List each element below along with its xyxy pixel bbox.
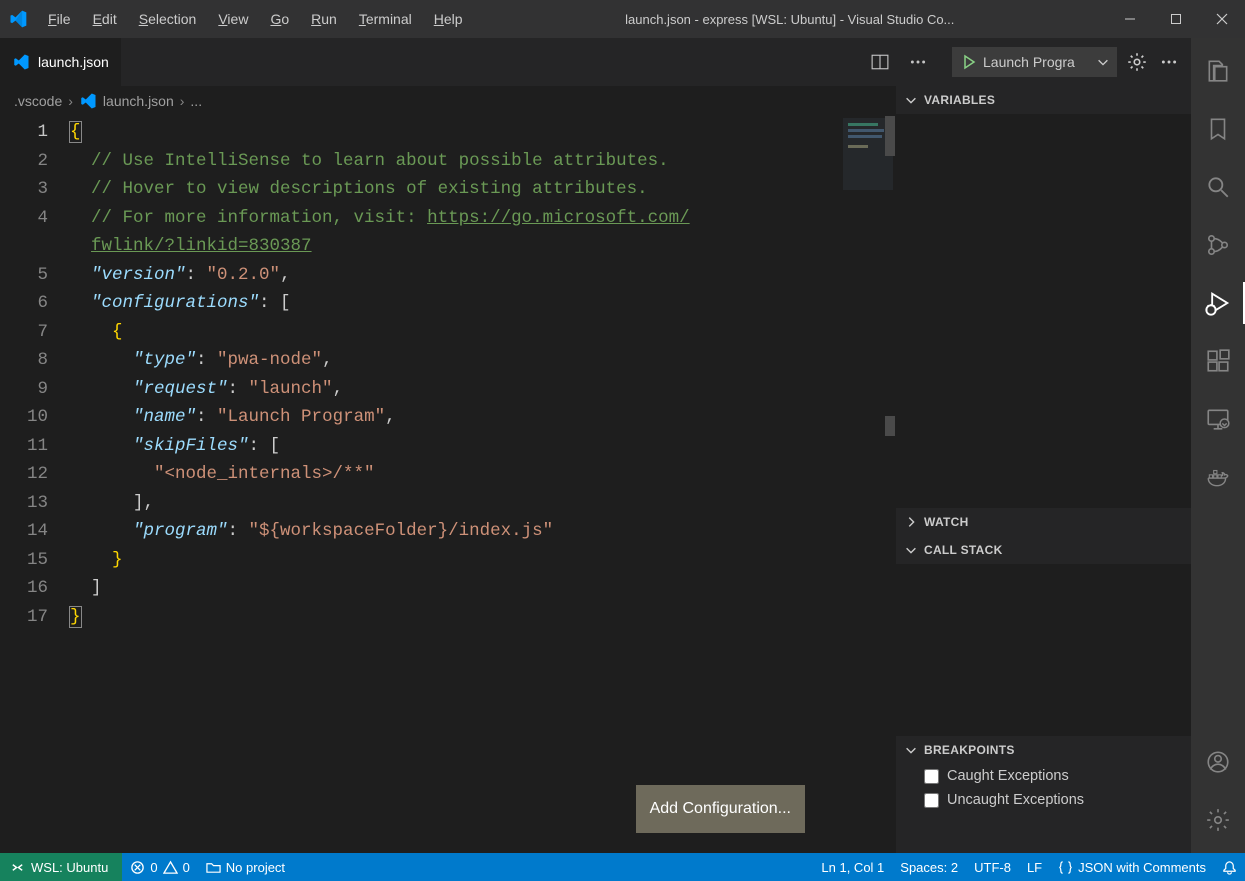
indentation-status[interactable]: Spaces: 2 bbox=[892, 853, 966, 881]
json-icon bbox=[1058, 860, 1073, 875]
remote-indicator[interactable]: WSL: Ubuntu bbox=[0, 853, 122, 881]
start-debug-icon[interactable] bbox=[961, 54, 977, 70]
tab-launch-json[interactable]: launch.json bbox=[0, 38, 122, 86]
run-debug-icon[interactable] bbox=[1191, 276, 1245, 330]
close-button[interactable] bbox=[1199, 0, 1245, 38]
chevron-right-icon: › bbox=[180, 93, 185, 109]
remote-explorer-icon[interactable] bbox=[1191, 392, 1245, 446]
callstack-body[interactable] bbox=[896, 564, 1191, 736]
caught-exceptions-label: Caught Exceptions bbox=[947, 768, 1069, 784]
debug-more-icon[interactable] bbox=[1157, 50, 1181, 74]
bookmark-icon[interactable] bbox=[1191, 102, 1245, 156]
folder-icon bbox=[206, 860, 221, 875]
caught-exceptions-checkbox[interactable] bbox=[924, 769, 939, 784]
breadcrumb[interactable]: .vscode › launch.json › ... bbox=[0, 86, 895, 116]
settings-gear-icon[interactable] bbox=[1191, 793, 1245, 847]
language-mode[interactable]: JSON with Comments bbox=[1050, 853, 1214, 881]
menu-edit[interactable]: EditEdit bbox=[83, 5, 127, 33]
uncaught-exceptions-label: Uncaught Exceptions bbox=[947, 792, 1084, 808]
variables-section-header[interactable]: VARIABLES bbox=[896, 86, 1191, 114]
eol-status[interactable]: LF bbox=[1019, 853, 1050, 881]
code-content[interactable]: { // Use IntelliSense to learn about pos… bbox=[70, 116, 895, 853]
window-title: launch.json - express [WSL: Ubuntu] - Vi… bbox=[473, 12, 1107, 27]
breakpoint-uncaught-row[interactable]: Uncaught Exceptions bbox=[896, 788, 1191, 812]
debug-sidebar: VARIABLES WATCH CALL STACK BREAKPOINTS bbox=[895, 86, 1191, 853]
gear-icon[interactable] bbox=[1125, 50, 1149, 74]
problems-indicator[interactable]: 0 0 bbox=[122, 853, 197, 881]
cursor-position[interactable]: Ln 1, Col 1 bbox=[813, 853, 892, 881]
breakpoints-section-header[interactable]: BREAKPOINTS bbox=[896, 736, 1191, 764]
maximize-button[interactable] bbox=[1153, 0, 1199, 38]
menu-run[interactable]: RunRun bbox=[301, 5, 347, 33]
notifications-icon[interactable] bbox=[1214, 853, 1245, 881]
uncaught-exceptions-checkbox[interactable] bbox=[924, 793, 939, 808]
remote-icon bbox=[10, 860, 25, 875]
breakpoints-body: Caught Exceptions Uncaught Exceptions bbox=[896, 764, 1191, 812]
activity-bar bbox=[1191, 38, 1245, 853]
explorer-icon[interactable] bbox=[1191, 44, 1245, 98]
more-actions-icon[interactable] bbox=[906, 50, 930, 74]
variables-label: VARIABLES bbox=[924, 93, 995, 107]
menu-file[interactable]: FFileile bbox=[38, 5, 81, 33]
encoding-status[interactable]: UTF-8 bbox=[966, 853, 1019, 881]
tab-label: launch.json bbox=[38, 54, 109, 70]
vscode-file-icon bbox=[79, 92, 97, 110]
callstack-label: CALL STACK bbox=[924, 543, 1003, 557]
menu-go[interactable]: GoGo bbox=[260, 5, 299, 33]
source-control-icon[interactable] bbox=[1191, 218, 1245, 272]
window-controls bbox=[1107, 0, 1245, 38]
breakpoints-label: BREAKPOINTS bbox=[924, 743, 1015, 757]
breadcrumb-trail[interactable]: ... bbox=[190, 93, 202, 109]
project-indicator[interactable]: No project bbox=[198, 853, 293, 881]
docker-icon[interactable] bbox=[1191, 450, 1245, 504]
debug-config-selector[interactable]: Launch Progra bbox=[952, 47, 1117, 77]
split-editor-icon[interactable] bbox=[868, 50, 892, 74]
breadcrumb-folder[interactable]: .vscode bbox=[14, 93, 62, 109]
minimap[interactable] bbox=[831, 116, 895, 853]
debug-toolbar: Launch Progra bbox=[942, 38, 1191, 86]
title-bar: FFileile EditEdit SelectionSelection Vie… bbox=[0, 0, 1245, 38]
editor-group: launch.json Launch Progra bbox=[0, 38, 1191, 853]
chevron-right-icon bbox=[904, 515, 918, 529]
callstack-section-header[interactable]: CALL STACK bbox=[896, 536, 1191, 564]
add-configuration-button[interactable]: Add Configuration... bbox=[636, 785, 805, 834]
debug-config-name: Launch Progra bbox=[983, 54, 1090, 70]
chevron-down-icon[interactable] bbox=[1096, 55, 1110, 69]
menu-help[interactable]: HelpHelp bbox=[424, 5, 473, 33]
watch-label: WATCH bbox=[924, 515, 969, 529]
menu-bar: FFileile EditEdit SelectionSelection Vie… bbox=[38, 5, 473, 33]
accounts-icon[interactable] bbox=[1191, 735, 1245, 789]
status-bar: WSL: Ubuntu 0 0 No project Ln 1, Col 1 S… bbox=[0, 853, 1245, 881]
chevron-right-icon: › bbox=[68, 93, 73, 109]
warning-icon bbox=[163, 860, 178, 875]
extensions-icon[interactable] bbox=[1191, 334, 1245, 388]
breakpoint-caught-row[interactable]: Caught Exceptions bbox=[896, 764, 1191, 788]
menu-view[interactable]: ViewView bbox=[208, 5, 258, 33]
vscode-icon bbox=[8, 9, 28, 29]
minimize-button[interactable] bbox=[1107, 0, 1153, 38]
chevron-down-icon bbox=[904, 543, 918, 557]
variables-body[interactable] bbox=[896, 114, 1191, 508]
menu-terminal[interactable]: TerminalTerminal bbox=[349, 5, 422, 33]
line-gutter: 1 2 3 4 5 6 7 8 9 10 11 12 13 1 bbox=[0, 116, 70, 853]
chevron-down-icon bbox=[904, 743, 918, 757]
breadcrumb-file[interactable]: launch.json bbox=[103, 93, 174, 109]
menu-selection[interactable]: SelectionSelection bbox=[129, 5, 207, 33]
watch-section-header[interactable]: WATCH bbox=[896, 508, 1191, 536]
chevron-down-icon bbox=[904, 93, 918, 107]
search-icon[interactable] bbox=[1191, 160, 1245, 214]
error-icon bbox=[130, 860, 145, 875]
vscode-file-icon bbox=[12, 53, 30, 71]
code-editor[interactable]: 1 2 3 4 5 6 7 8 9 10 11 12 13 1 bbox=[0, 116, 895, 853]
